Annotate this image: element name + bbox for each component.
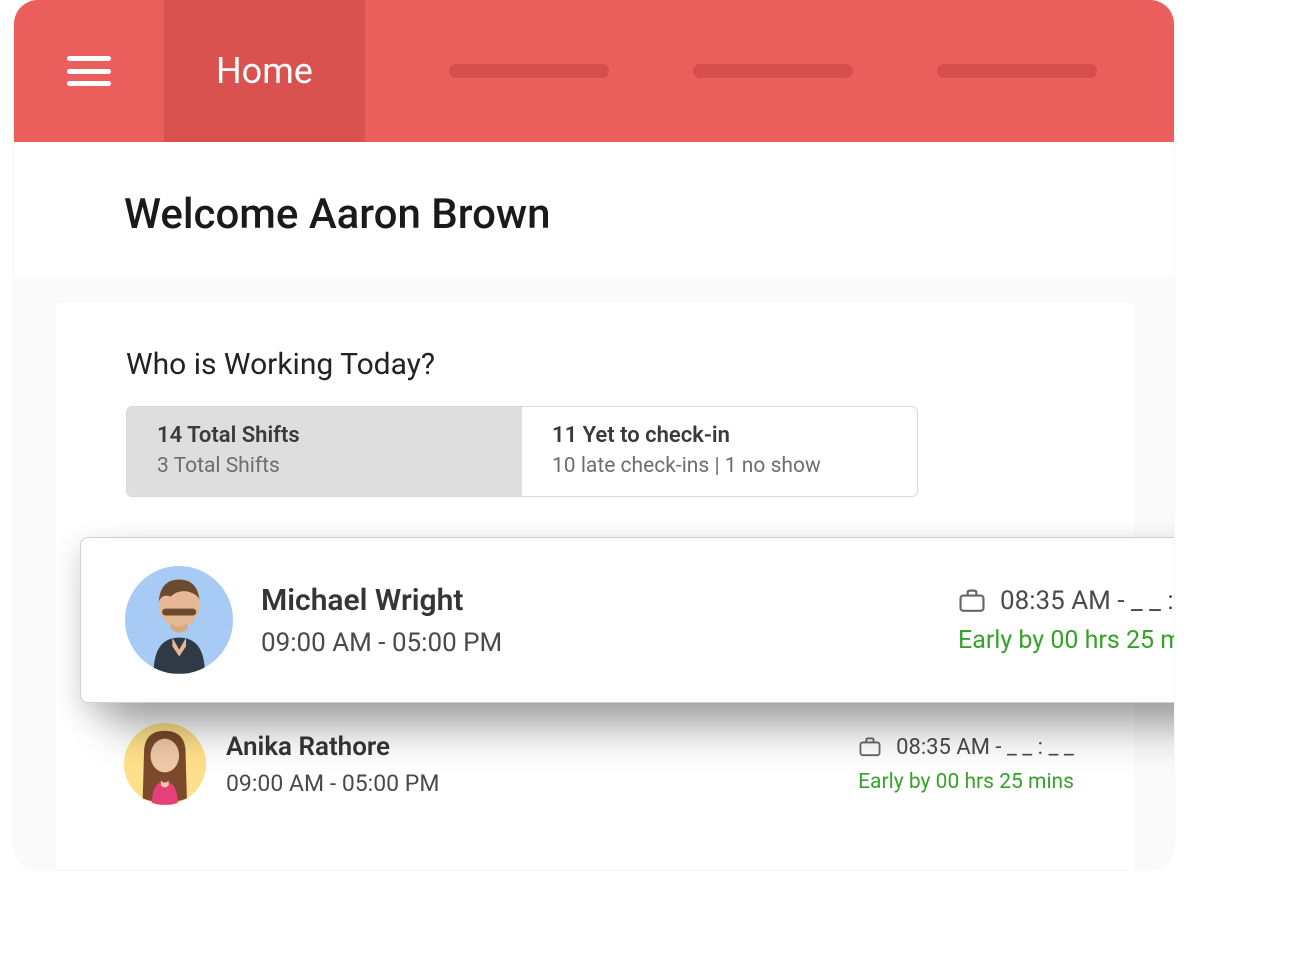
avatar <box>124 723 206 805</box>
hamburger-icon <box>67 56 111 86</box>
person-name: Michael Wright <box>261 583 958 618</box>
working-today-card: Who is Working Today? 14 Total Shifts 3 … <box>56 303 1134 870</box>
shift-row[interactable]: Anika Rathore 09:00 AM - 05:00 PM 08:35 … <box>80 703 1134 825</box>
checkin-status: Early by 00 hrs 25 mins <box>958 626 1174 655</box>
tab-placeholder[interactable] <box>693 64 853 78</box>
stat-tab-yet-to-checkin[interactable]: 11 Yet to check-in 10 late check-ins | 1… <box>522 407 917 496</box>
person-schedule: 09:00 AM - 05:00 PM <box>226 770 858 797</box>
avatar-person-icon <box>132 727 198 805</box>
checkin-time-row: 08:35 AM - _ _ : _ _ <box>858 735 1074 760</box>
person-info: Michael Wright 09:00 AM - 05:00 PM <box>261 583 958 658</box>
card-title: Who is Working Today? <box>56 347 1134 382</box>
person-schedule: 09:00 AM - 05:00 PM <box>261 628 958 658</box>
stats-tabs: 14 Total Shifts 3 Total Shifts 11 Yet to… <box>126 406 918 497</box>
tab-placeholder[interactable] <box>937 64 1097 78</box>
stat-top: 11 Yet to check-in <box>552 423 887 448</box>
checkin-status: Early by 00 hrs 25 mins <box>858 770 1074 794</box>
app-window: Home Welcome Aaron Brown Who is Working … <box>14 0 1174 870</box>
avatar-person-icon <box>136 571 222 674</box>
checkin-info: 08:35 AM - _ _ : _ _ Early by 00 hrs 25 … <box>958 586 1174 655</box>
person-name: Anika Rathore <box>226 732 858 762</box>
tab-home[interactable]: Home <box>164 0 365 142</box>
menu-button[interactable] <box>14 0 164 142</box>
page-title: Welcome Aaron Brown <box>124 190 1174 239</box>
welcome-section: Welcome Aaron Brown <box>14 142 1174 277</box>
shift-row[interactable]: Michael Wright 09:00 AM - 05:00 PM 08:35… <box>80 537 1174 703</box>
shift-list: Michael Wright 09:00 AM - 05:00 PM 08:35… <box>56 537 1134 825</box>
briefcase-icon <box>958 589 986 613</box>
avatar <box>125 566 233 674</box>
checkin-time-row: 08:35 AM - _ _ : _ _ <box>958 586 1174 616</box>
briefcase-icon <box>858 737 882 757</box>
tab-home-label: Home <box>216 50 313 92</box>
stat-bottom: 3 Total Shifts <box>157 454 492 478</box>
stat-bottom: 10 late check-ins | 1 no show <box>552 454 887 478</box>
checkin-time: 08:35 AM - _ _ : _ _ <box>1000 586 1174 616</box>
stat-top: 14 Total Shifts <box>157 423 492 448</box>
top-bar: Home <box>14 0 1174 142</box>
content-area: Who is Working Today? 14 Total Shifts 3 … <box>14 277 1174 870</box>
checkin-info: 08:35 AM - _ _ : _ _ Early by 00 hrs 25 … <box>858 735 1074 794</box>
stat-tab-total-shifts[interactable]: 14 Total Shifts 3 Total Shifts <box>127 407 522 496</box>
tab-placeholder[interactable] <box>449 64 609 78</box>
checkin-time: 08:35 AM - _ _ : _ _ <box>896 735 1074 760</box>
person-info: Anika Rathore 09:00 AM - 05:00 PM <box>226 732 858 797</box>
